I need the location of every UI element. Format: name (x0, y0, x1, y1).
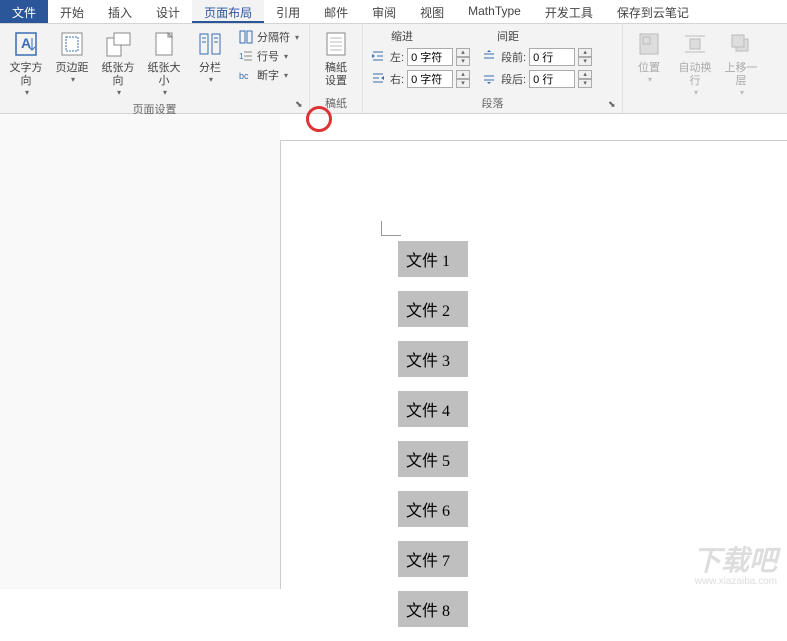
group-paragraph: 缩进 间距 左: ▴▾ 段前: ▴▾ 右: ▴▾ 段后 (363, 24, 623, 113)
list-item[interactable]: 文件 3 (398, 341, 468, 377)
tab-design[interactable]: 设计 (144, 0, 192, 23)
watermark-logo: 下载吧 (693, 539, 777, 579)
svg-text:1: 1 (239, 52, 244, 61)
size-button[interactable]: 纸张大小 ▾ (142, 26, 186, 99)
document-canvas[interactable]: 文件 1 文件 2 文件 3 文件 4 文件 5 文件 6 文件 7 文件 8 … (280, 140, 787, 589)
spinner-up[interactable]: ▴ (578, 48, 592, 57)
columns-button[interactable]: 分栏 ▾ (188, 26, 232, 86)
columns-icon (194, 28, 226, 60)
tab-developer[interactable]: 开发工具 (533, 0, 605, 23)
chevron-down-icon: ▾ (117, 88, 121, 97)
tab-references[interactable]: 引用 (264, 0, 312, 23)
wrap-button: 自动换行 ▾ (673, 26, 717, 99)
paragraph-launcher[interactable]: ⬊ (608, 99, 620, 111)
svg-text:A: A (21, 35, 31, 51)
spacing-header: 间距 (497, 28, 519, 44)
spinner-up[interactable]: ▴ (578, 70, 592, 79)
chevron-down-icon: ▾ (163, 88, 167, 97)
indent-left-input[interactable] (407, 48, 453, 66)
spinner-up[interactable]: ▴ (456, 48, 470, 57)
spacing-before-icon (482, 49, 498, 65)
spacing-before-input[interactable] (529, 48, 575, 66)
group-arrange: 位置 ▾ 自动换行 ▾ 上移一层 ▾ (623, 24, 767, 113)
size-icon (148, 28, 180, 60)
margins-icon (56, 28, 88, 60)
tab-view[interactable]: 视图 (408, 0, 456, 23)
orientation-button[interactable]: 纸张方向 ▾ (96, 26, 140, 99)
chevron-down-icon: ▾ (25, 88, 29, 97)
list-item[interactable]: 文件 4 (398, 391, 468, 427)
text-direction-button[interactable]: A 文字方向 ▾ (4, 26, 48, 99)
hyphenation-icon: bc (238, 67, 254, 83)
list-item[interactable]: 文件 6 (398, 491, 468, 527)
wrap-icon (679, 28, 711, 60)
line-numbers-button[interactable]: 1 行号▾ (236, 47, 301, 65)
hyphenation-button[interactable]: bc 断字▾ (236, 66, 301, 84)
manuscript-label: 稿纸 (314, 93, 358, 113)
spacing-after-label: 段后: (501, 71, 526, 87)
list-item[interactable]: 文件 8 (398, 591, 468, 627)
list-item[interactable]: 文件 2 (398, 291, 468, 327)
spacing-after-input[interactable] (529, 70, 575, 88)
list-item[interactable]: 文件 1 (398, 241, 468, 277)
svg-text:bc: bc (239, 71, 249, 81)
breaks-button[interactable]: 分隔符▾ (236, 28, 301, 46)
group-page-setup: A 文字方向 ▾ 页边距 ▾ 纸张方向 ▾ (0, 24, 310, 113)
tab-home[interactable]: 开始 (48, 0, 96, 23)
indent-header: 缩进 (391, 28, 413, 44)
bring-forward-button: 上移一层 ▾ (719, 26, 763, 99)
left-margin-area (0, 114, 280, 589)
spacing-before-label: 段前: (501, 49, 526, 65)
spinner-down[interactable]: ▾ (456, 57, 470, 66)
orientation-icon (102, 28, 134, 60)
indent-left-icon (371, 49, 387, 65)
tab-page-layout[interactable]: 页面布局 (192, 0, 264, 23)
manuscript-icon (320, 28, 352, 60)
indent-left-label: 左: (390, 49, 404, 65)
indent-right-icon (371, 71, 387, 87)
spinner-down[interactable]: ▾ (578, 79, 592, 88)
spinner-up[interactable]: ▴ (456, 70, 470, 79)
selected-text-block[interactable]: 文件 1 文件 2 文件 3 文件 4 文件 5 文件 6 文件 7 文件 8 (398, 241, 468, 641)
chevron-down-icon: ▾ (71, 75, 75, 84)
tab-cloud[interactable]: 保存到云笔记 (605, 0, 701, 23)
text-direction-icon: A (10, 28, 42, 60)
tab-insert[interactable]: 插入 (96, 0, 144, 23)
manuscript-settings-button[interactable]: 稿纸 设置 (314, 26, 358, 90)
indent-right-input[interactable] (407, 70, 453, 88)
page-setup-launcher[interactable]: ⬊ (295, 99, 307, 111)
indent-right-label: 右: (390, 71, 404, 87)
tab-file[interactable]: 文件 (0, 0, 48, 23)
line-numbers-icon: 1 (238, 48, 254, 64)
tab-mailings[interactable]: 邮件 (312, 0, 360, 23)
spinner-down[interactable]: ▾ (456, 79, 470, 88)
spacing-after-icon (482, 71, 498, 87)
margins-button[interactable]: 页边距 ▾ (50, 26, 94, 86)
list-item[interactable]: 文件 7 (398, 541, 468, 577)
breaks-icon (238, 29, 254, 45)
position-icon (633, 28, 665, 60)
chevron-down-icon: ▾ (209, 75, 213, 84)
bring-forward-icon (725, 28, 757, 60)
position-button: 位置 ▾ (627, 26, 671, 86)
ribbon: A 文字方向 ▾ 页边距 ▾ 纸张方向 ▾ (0, 24, 787, 114)
menu-tabs: 文件 开始 插入 设计 页面布局 引用 邮件 审阅 视图 MathType 开发… (0, 0, 787, 24)
spinner-down[interactable]: ▾ (578, 57, 592, 66)
tab-review[interactable]: 审阅 (360, 0, 408, 23)
list-item[interactable]: 文件 5 (398, 441, 468, 477)
ruler-corner (381, 221, 401, 236)
watermark-url: www.xiazaiba.com (695, 576, 777, 587)
tab-mathtype[interactable]: MathType (456, 0, 533, 23)
paragraph-label: 段落 (367, 93, 618, 113)
group-manuscript: 稿纸 设置 稿纸 (310, 24, 363, 113)
